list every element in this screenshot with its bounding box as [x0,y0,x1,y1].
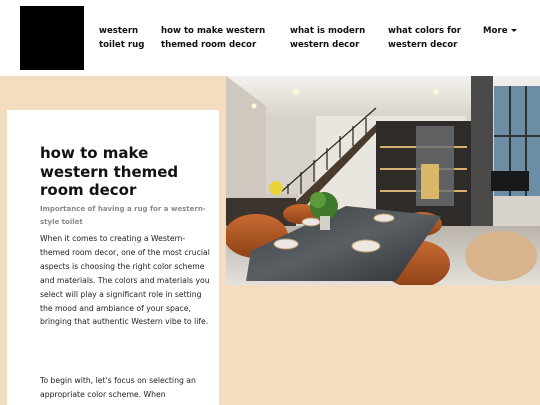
nav-more-label: More [483,26,508,36]
article-title: how to make western themed room decor [40,144,179,199]
caret-down-icon [510,28,517,32]
nav-link-line: themed room decor [161,39,257,50]
nav-link-western-toilet-rug[interactable]: western toilet rug [99,25,144,52]
nav-link-line: what colors for [388,26,462,36]
article-card: how to make western themed room decor Im… [7,110,219,405]
nav-link-line: how to make western [161,26,266,36]
nav-link-line: western decor [388,39,458,50]
nav-more-dropdown[interactable]: More [483,25,517,39]
nav-link-line: western [99,26,139,36]
site-logo[interactable] [20,6,84,70]
nav-link-line: toilet rug [99,39,145,50]
hero-image-dining-room [226,76,540,285]
site-header: western toilet rug how to make western t… [0,0,540,76]
article-paragraph: To begin with, let's focus on selecting … [40,376,196,399]
dining-room-illustration [226,76,540,285]
nav-link-what-colors-for-western-decor[interactable]: what colors for western decor [388,25,461,52]
article-subtitle-link[interactable]: Importance of having a rug for a western… [40,203,210,228]
nav-link-how-to-make-western-themed-room-decor[interactable]: how to make western themed room decor [161,25,265,52]
article-paragraph: When it comes to creating a Western-them… [40,234,210,327]
nav-link-line: what is modern [290,26,366,36]
nav-link-line: western decor [290,39,360,50]
page: western toilet rug how to make western t… [0,0,540,405]
nav-link-what-is-modern-western-decor[interactable]: what is modern western decor [290,25,365,52]
